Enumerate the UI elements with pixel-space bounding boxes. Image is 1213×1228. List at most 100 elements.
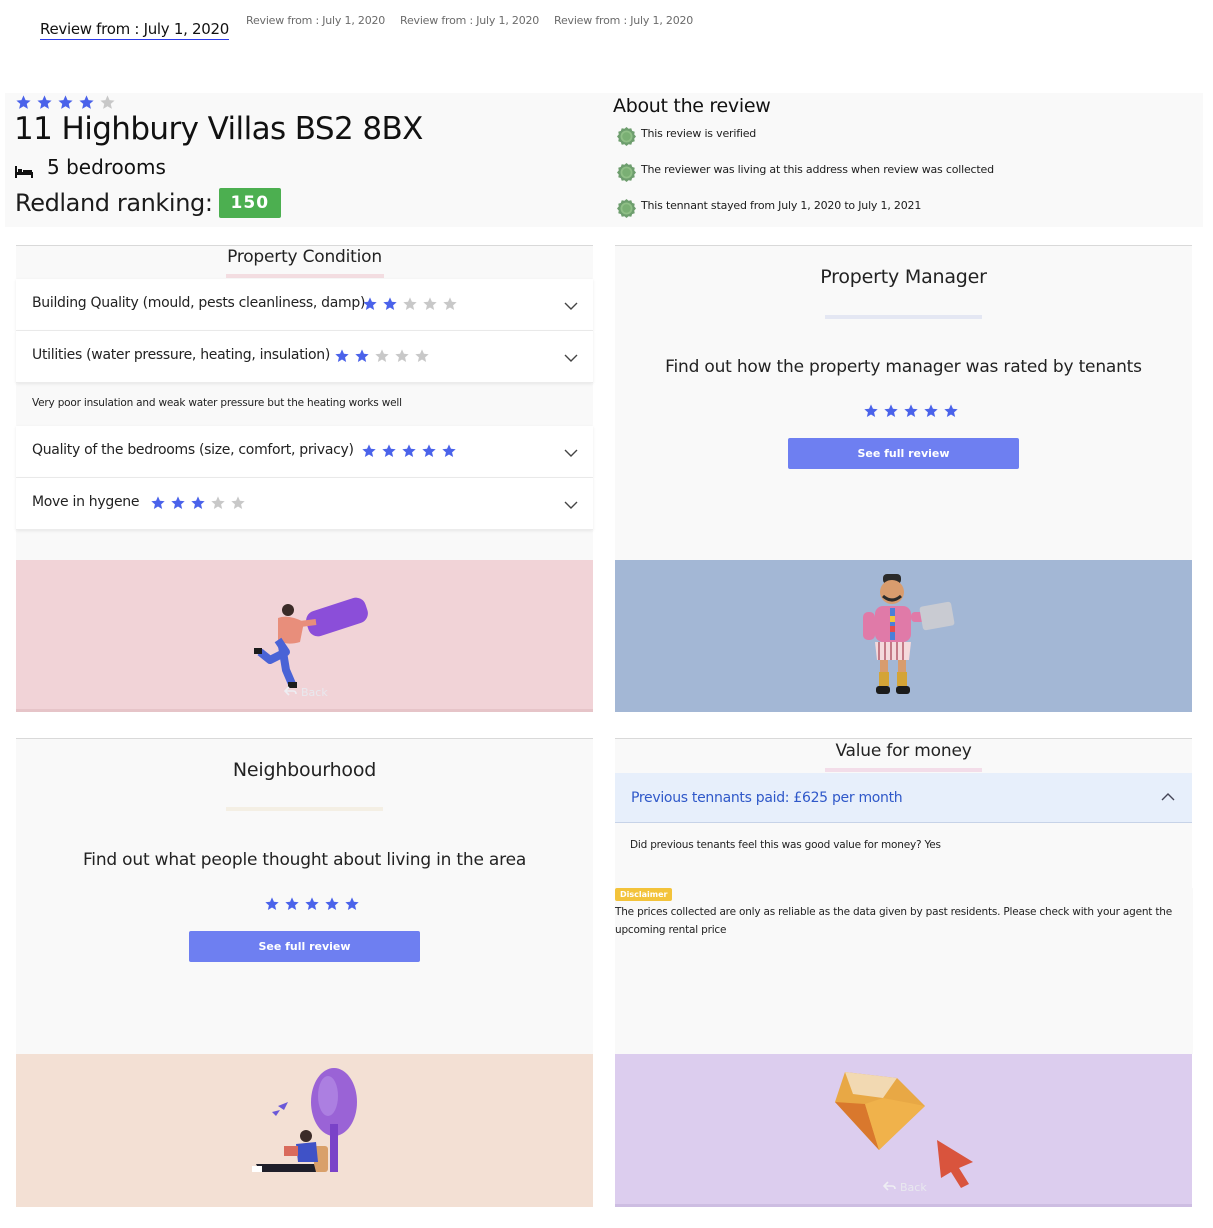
star-empty-icon bbox=[394, 348, 410, 364]
disclaimer-badge: Disclaimer bbox=[615, 888, 673, 901]
chevron-down-icon[interactable] bbox=[563, 349, 579, 362]
about-item-verified: This review is verified bbox=[617, 127, 756, 146]
tab-review-4[interactable]: Review from : July 1, 2020 bbox=[554, 14, 693, 27]
about-item-stay: This tennant stayed from July 1, 2020 to… bbox=[617, 199, 921, 218]
title-underline bbox=[226, 274, 384, 278]
value-question: Did previous tenants feel this was good … bbox=[630, 839, 941, 851]
neighbourhood-description: Find out what people thought about livin… bbox=[82, 850, 527, 870]
star-filled-icon bbox=[923, 403, 939, 419]
star-filled-icon bbox=[903, 403, 919, 419]
star-filled-icon bbox=[304, 896, 320, 912]
rating-stars bbox=[150, 495, 246, 511]
star-empty-icon bbox=[422, 296, 438, 312]
bed-icon bbox=[15, 160, 33, 178]
disclaimer-text: The prices collected are only as reliabl… bbox=[615, 906, 1172, 936]
star-filled-icon bbox=[401, 443, 417, 459]
star-filled-icon bbox=[381, 443, 397, 459]
condition-note: Very poor insulation and weak water pres… bbox=[32, 397, 402, 409]
value-illustration: Back bbox=[615, 1054, 1192, 1207]
panel-title: Property Manager bbox=[820, 266, 987, 288]
star-filled-icon bbox=[36, 94, 53, 111]
star-empty-icon bbox=[374, 348, 390, 364]
verified-seal-icon bbox=[617, 127, 636, 146]
verified-seal-icon bbox=[617, 163, 636, 182]
man-with-laptop-illustration bbox=[863, 574, 955, 694]
star-empty-icon bbox=[402, 296, 418, 312]
manager-description: Find out how the property manager was ra… bbox=[665, 357, 1142, 377]
value-for-money-panel: Value for money Previous tennants paid: … bbox=[615, 738, 1193, 1207]
star-empty-icon bbox=[414, 348, 430, 364]
manager-illustration bbox=[615, 560, 1192, 712]
review-tabs: Review from : July 1, 2020 Review from :… bbox=[0, 0, 1213, 60]
star-filled-icon bbox=[334, 348, 350, 364]
property-header: 11 Highbury Villas BS2 8BX 5 bedrooms Re… bbox=[5, 93, 1203, 227]
rating-stars bbox=[361, 443, 457, 459]
tab-review-2[interactable]: Review from : July 1, 2020 bbox=[246, 14, 385, 27]
accordion-move-in-hygene[interactable]: Move in hygene bbox=[16, 478, 593, 530]
see-full-review-button[interactable]: See full review bbox=[189, 931, 420, 962]
star-filled-icon bbox=[382, 296, 398, 312]
ranking-label: Redland ranking: bbox=[15, 189, 213, 217]
star-filled-icon bbox=[57, 94, 74, 111]
star-filled-icon bbox=[441, 443, 457, 459]
person-reading-under-tree-illustration bbox=[252, 1068, 357, 1172]
star-filled-icon bbox=[324, 896, 340, 912]
star-filled-icon bbox=[284, 896, 300, 912]
ranking-badge: 150 bbox=[218, 188, 282, 218]
verified-seal-icon bbox=[617, 199, 636, 218]
star-empty-icon bbox=[442, 296, 458, 312]
bedroom-label: 5 bedrooms bbox=[47, 155, 166, 179]
area-ranking: Redland ranking: 150 bbox=[15, 188, 282, 218]
chevron-down-icon[interactable] bbox=[563, 444, 579, 457]
star-filled-icon bbox=[863, 403, 879, 419]
accordion-utilities[interactable]: Utilities (water pressure, heating, insu… bbox=[16, 331, 593, 383]
panel-title: Neighbourhood bbox=[232, 759, 377, 781]
title-underline bbox=[226, 807, 383, 811]
back-arrow-icon bbox=[882, 1181, 896, 1194]
back-link[interactable]: Back bbox=[283, 686, 328, 699]
about-review: About the review This review is verified… bbox=[613, 95, 1198, 218]
chevron-down-icon[interactable] bbox=[563, 496, 579, 509]
accordion-rent-paid[interactable]: Previous tennants paid: £625 per month bbox=[615, 773, 1192, 823]
panel-title: Property Condition bbox=[227, 247, 382, 267]
neighbourhood-illustration bbox=[16, 1054, 593, 1207]
star-filled-icon bbox=[883, 403, 899, 419]
property-manager-panel: Property Manager Find out how the proper… bbox=[615, 245, 1192, 712]
accordion-bedrooms[interactable]: Quality of the bedrooms (size, comfort, … bbox=[16, 426, 593, 478]
back-link[interactable]: Back bbox=[882, 1181, 927, 1194]
star-filled-icon bbox=[421, 443, 437, 459]
about-title: About the review bbox=[613, 95, 771, 117]
star-filled-icon bbox=[362, 296, 378, 312]
about-item-living: The reviewer was living at this address … bbox=[617, 163, 994, 182]
chevron-up-icon[interactable] bbox=[1160, 791, 1176, 803]
tab-review-1[interactable]: Review from : July 1, 2020 bbox=[40, 20, 229, 40]
tab-review-3[interactable]: Review from : July 1, 2020 bbox=[400, 14, 539, 27]
back-arrow-icon bbox=[283, 686, 297, 699]
manager-rating bbox=[863, 403, 959, 419]
star-filled-icon bbox=[15, 94, 32, 111]
bedroom-count: 5 bedrooms bbox=[15, 155, 166, 179]
rating-stars bbox=[334, 348, 430, 364]
neighbourhood-rating bbox=[264, 896, 360, 912]
star-filled-icon bbox=[943, 403, 959, 419]
accordion-building-quality[interactable]: Building Quality (mould, pests cleanline… bbox=[16, 279, 593, 331]
star-filled-icon bbox=[344, 896, 360, 912]
condition-illustration: Back bbox=[16, 560, 593, 712]
star-filled-icon bbox=[354, 348, 370, 364]
chevron-down-icon[interactable] bbox=[563, 297, 579, 310]
title-underline bbox=[825, 315, 982, 319]
star-filled-icon bbox=[264, 896, 280, 912]
star-empty-icon bbox=[210, 495, 226, 511]
star-filled-icon bbox=[78, 94, 95, 111]
property-condition-panel: Property Condition Building Quality (mou… bbox=[16, 245, 593, 712]
panel-title: Value for money bbox=[835, 741, 972, 761]
overall-rating bbox=[15, 94, 116, 111]
see-full-review-button[interactable]: See full review bbox=[788, 438, 1019, 469]
star-filled-icon bbox=[361, 443, 377, 459]
star-empty-icon bbox=[230, 495, 246, 511]
star-filled-icon bbox=[170, 495, 186, 511]
property-address: 11 Highbury Villas BS2 8BX bbox=[14, 111, 423, 147]
star-filled-icon bbox=[150, 495, 166, 511]
star-empty-icon bbox=[99, 94, 116, 111]
rating-stars bbox=[362, 296, 458, 312]
